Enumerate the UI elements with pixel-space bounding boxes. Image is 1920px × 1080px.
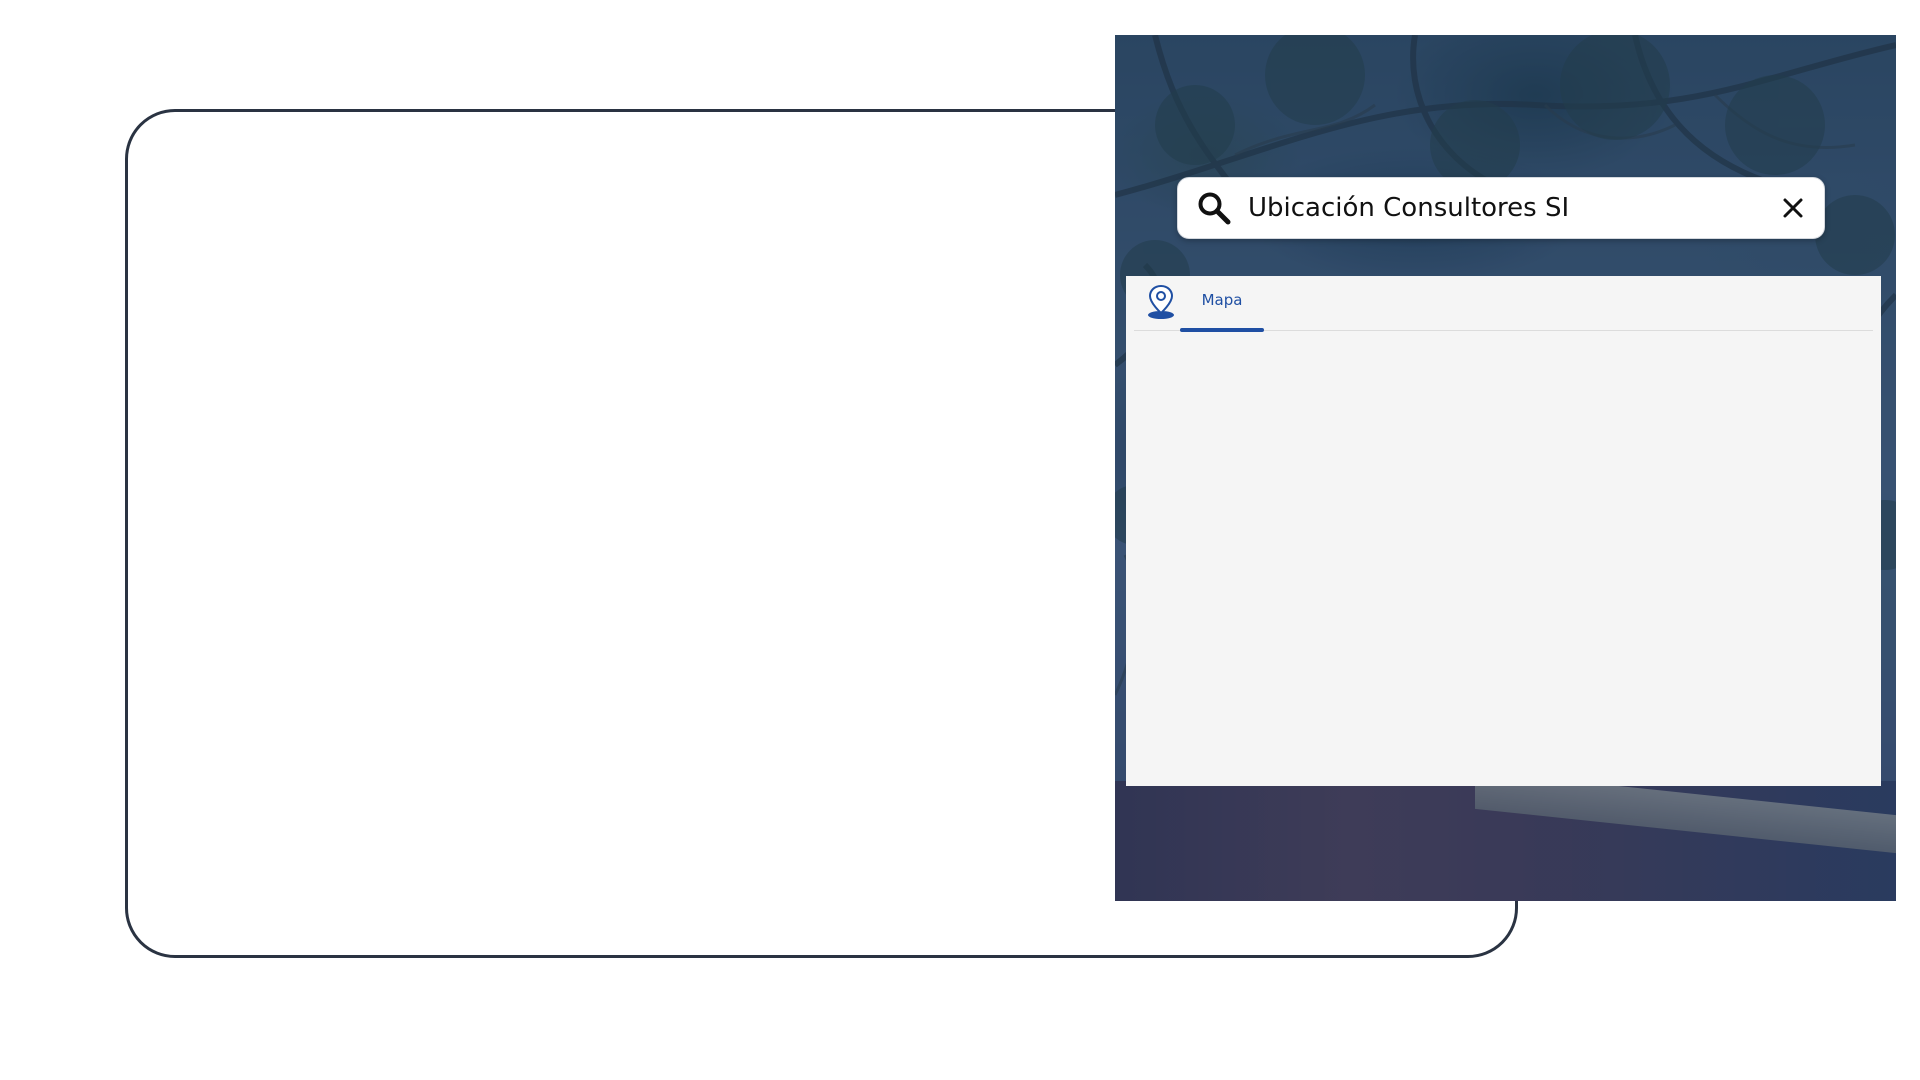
tab-mapa[interactable]: Mapa [1180, 276, 1264, 332]
search-bar[interactable]: Ubicación Consultores SI [1177, 177, 1825, 239]
search-icon[interactable] [1194, 188, 1234, 228]
close-icon[interactable] [1778, 193, 1808, 223]
page: Ubicación Consultores SI Mapa [0, 0, 1920, 1080]
map-content-area[interactable] [1126, 332, 1881, 786]
tab-mapa-label: Mapa [1201, 291, 1243, 309]
search-input[interactable]: Ubicación Consultores SI [1248, 193, 1778, 223]
tab-bar: Mapa [1134, 276, 1873, 332]
map-pin-icon [1146, 284, 1176, 320]
results-panel: Mapa [1126, 276, 1881, 786]
